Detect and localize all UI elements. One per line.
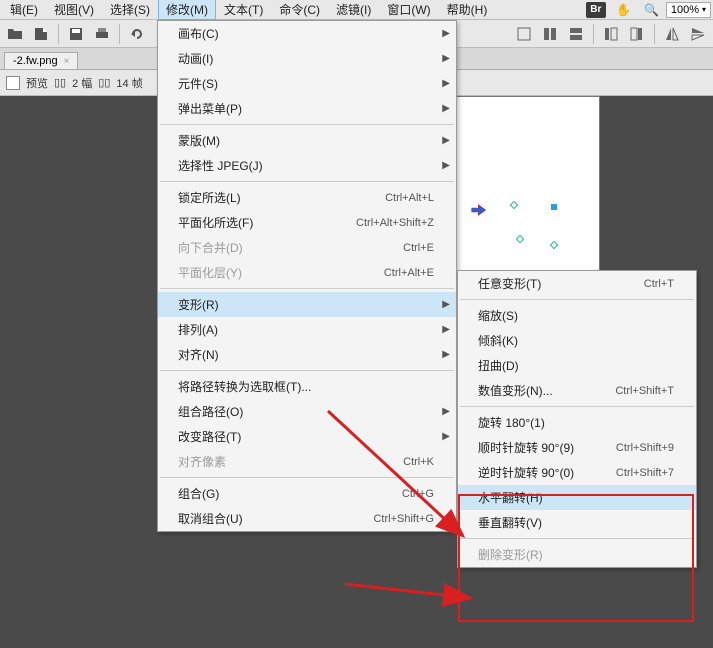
menu-item[interactable]: 改变路径(T)▶ bbox=[158, 424, 456, 449]
handle[interactable] bbox=[510, 201, 518, 209]
menu-modify[interactable]: 修改(M) bbox=[158, 0, 216, 20]
opt-preview[interactable]: 预览 bbox=[26, 75, 48, 91]
menu-item[interactable]: 平面化所选(F)Ctrl+Alt+Shift+Z bbox=[158, 210, 456, 235]
document-title: -2.fw.png bbox=[13, 55, 58, 67]
opt-two[interactable]: 2 幅 bbox=[72, 75, 92, 91]
menu-window[interactable]: 窗口(W) bbox=[379, 0, 438, 20]
menu-item[interactable]: 变形(R)▶ bbox=[158, 292, 456, 317]
import-icon[interactable] bbox=[30, 23, 52, 45]
zoom-field[interactable]: 100%▾ bbox=[666, 2, 711, 18]
opt-four[interactable]: 14 帧 bbox=[116, 75, 142, 91]
submenu-item[interactable]: 任意变形(T)Ctrl+T bbox=[458, 271, 696, 296]
menu-item[interactable]: 弹出菜单(P)▶ bbox=[158, 96, 456, 121]
menu-item[interactable]: 画布(C)▶ bbox=[158, 21, 456, 46]
menu-item[interactable]: 选择性 JPEG(J)▶ bbox=[158, 153, 456, 178]
menu-item[interactable]: 动画(I)▶ bbox=[158, 46, 456, 71]
hand-icon[interactable]: ✋ bbox=[613, 1, 635, 19]
menu-edit[interactable]: 辑(E) bbox=[2, 0, 46, 20]
menu-text[interactable]: 文本(T) bbox=[216, 0, 271, 20]
menu-command[interactable]: 命令(C) bbox=[271, 0, 328, 20]
document-tab[interactable]: -2.fw.png × bbox=[4, 52, 78, 69]
menu-filter[interactable]: 滤镜(I) bbox=[328, 0, 379, 20]
bridge-icon[interactable]: Br bbox=[585, 1, 607, 19]
modify-menu: 画布(C)▶动画(I)▶元件(S)▶弹出菜单(P)▶ 蒙版(M)▶选择性 JPEG… bbox=[157, 20, 457, 532]
menu-select[interactable]: 选择(S) bbox=[102, 0, 158, 20]
arrow-shape[interactable] bbox=[471, 202, 487, 221]
save-icon[interactable] bbox=[65, 23, 87, 45]
submenu-item[interactable]: 顺时针旋转 90°(9)Ctrl+Shift+9 bbox=[458, 435, 696, 460]
open-icon[interactable] bbox=[4, 23, 26, 45]
submenu-item[interactable]: 倾斜(K) bbox=[458, 328, 696, 353]
undo-icon[interactable] bbox=[126, 23, 148, 45]
menu-item[interactable]: 元件(S)▶ bbox=[158, 71, 456, 96]
menu-item[interactable]: 排列(A)▶ bbox=[158, 317, 456, 342]
close-tab-icon[interactable]: × bbox=[64, 56, 70, 67]
submenu-item[interactable]: 旋转 180°(1) bbox=[458, 410, 696, 435]
menu-item[interactable]: 锁定所选(L)Ctrl+Alt+L bbox=[158, 185, 456, 210]
menu-item[interactable]: 对齐(N)▶ bbox=[158, 342, 456, 367]
tool-a-icon[interactable] bbox=[513, 23, 535, 45]
tool-e-icon[interactable] bbox=[626, 23, 648, 45]
opt-four-icon: ▯▯ bbox=[98, 76, 110, 89]
page-icon[interactable] bbox=[6, 76, 20, 90]
handle[interactable] bbox=[550, 241, 558, 249]
print-icon[interactable] bbox=[91, 23, 113, 45]
menu-item: 向下合并(D)Ctrl+E bbox=[158, 235, 456, 260]
submenu-item[interactable]: 缩放(S) bbox=[458, 303, 696, 328]
menu-item[interactable]: 取消组合(U)Ctrl+Shift+G bbox=[158, 506, 456, 531]
submenu-item[interactable]: 逆时针旋转 90°(0)Ctrl+Shift+7 bbox=[458, 460, 696, 485]
submenu-item[interactable]: 数值变形(N)...Ctrl+Shift+T bbox=[458, 378, 696, 403]
flip-h-icon[interactable] bbox=[661, 23, 683, 45]
handle[interactable] bbox=[516, 235, 524, 243]
tool-b-icon[interactable] bbox=[539, 23, 561, 45]
menu-item[interactable]: 组合(G)Ctrl+G bbox=[158, 481, 456, 506]
menu-item: 平面化层(Y)Ctrl+Alt+E bbox=[158, 260, 456, 285]
menu-view[interactable]: 视图(V) bbox=[46, 0, 102, 20]
submenu-item[interactable]: 水平翻转(H) bbox=[458, 485, 696, 510]
opt-two-icon: ▯▯ bbox=[54, 76, 66, 89]
menu-item[interactable]: 组合路径(O)▶ bbox=[158, 399, 456, 424]
menu-bar: 辑(E) 视图(V) 选择(S) 修改(M) 文本(T) 命令(C) 滤镜(I)… bbox=[0, 0, 713, 20]
transform-submenu: 任意变形(T)Ctrl+T 缩放(S)倾斜(K)扭曲(D)数值变形(N)...Ct… bbox=[457, 270, 697, 568]
menu-item[interactable]: 蒙版(M)▶ bbox=[158, 128, 456, 153]
submenu-item[interactable]: 垂直翻转(V) bbox=[458, 510, 696, 535]
tool-d-icon[interactable] bbox=[600, 23, 622, 45]
menu-item[interactable]: 将路径转换为选取框(T)... bbox=[158, 374, 456, 399]
menu-help[interactable]: 帮助(H) bbox=[439, 0, 496, 20]
submenu-item[interactable]: 扭曲(D) bbox=[458, 353, 696, 378]
handle[interactable] bbox=[551, 204, 557, 210]
tool-c-icon[interactable] bbox=[565, 23, 587, 45]
flip-v-icon[interactable] bbox=[687, 23, 709, 45]
zoom-icon[interactable]: 🔍 bbox=[641, 1, 663, 19]
submenu-item: 删除变形(R) bbox=[458, 542, 696, 567]
menu-item: 对齐像素Ctrl+K bbox=[158, 449, 456, 474]
